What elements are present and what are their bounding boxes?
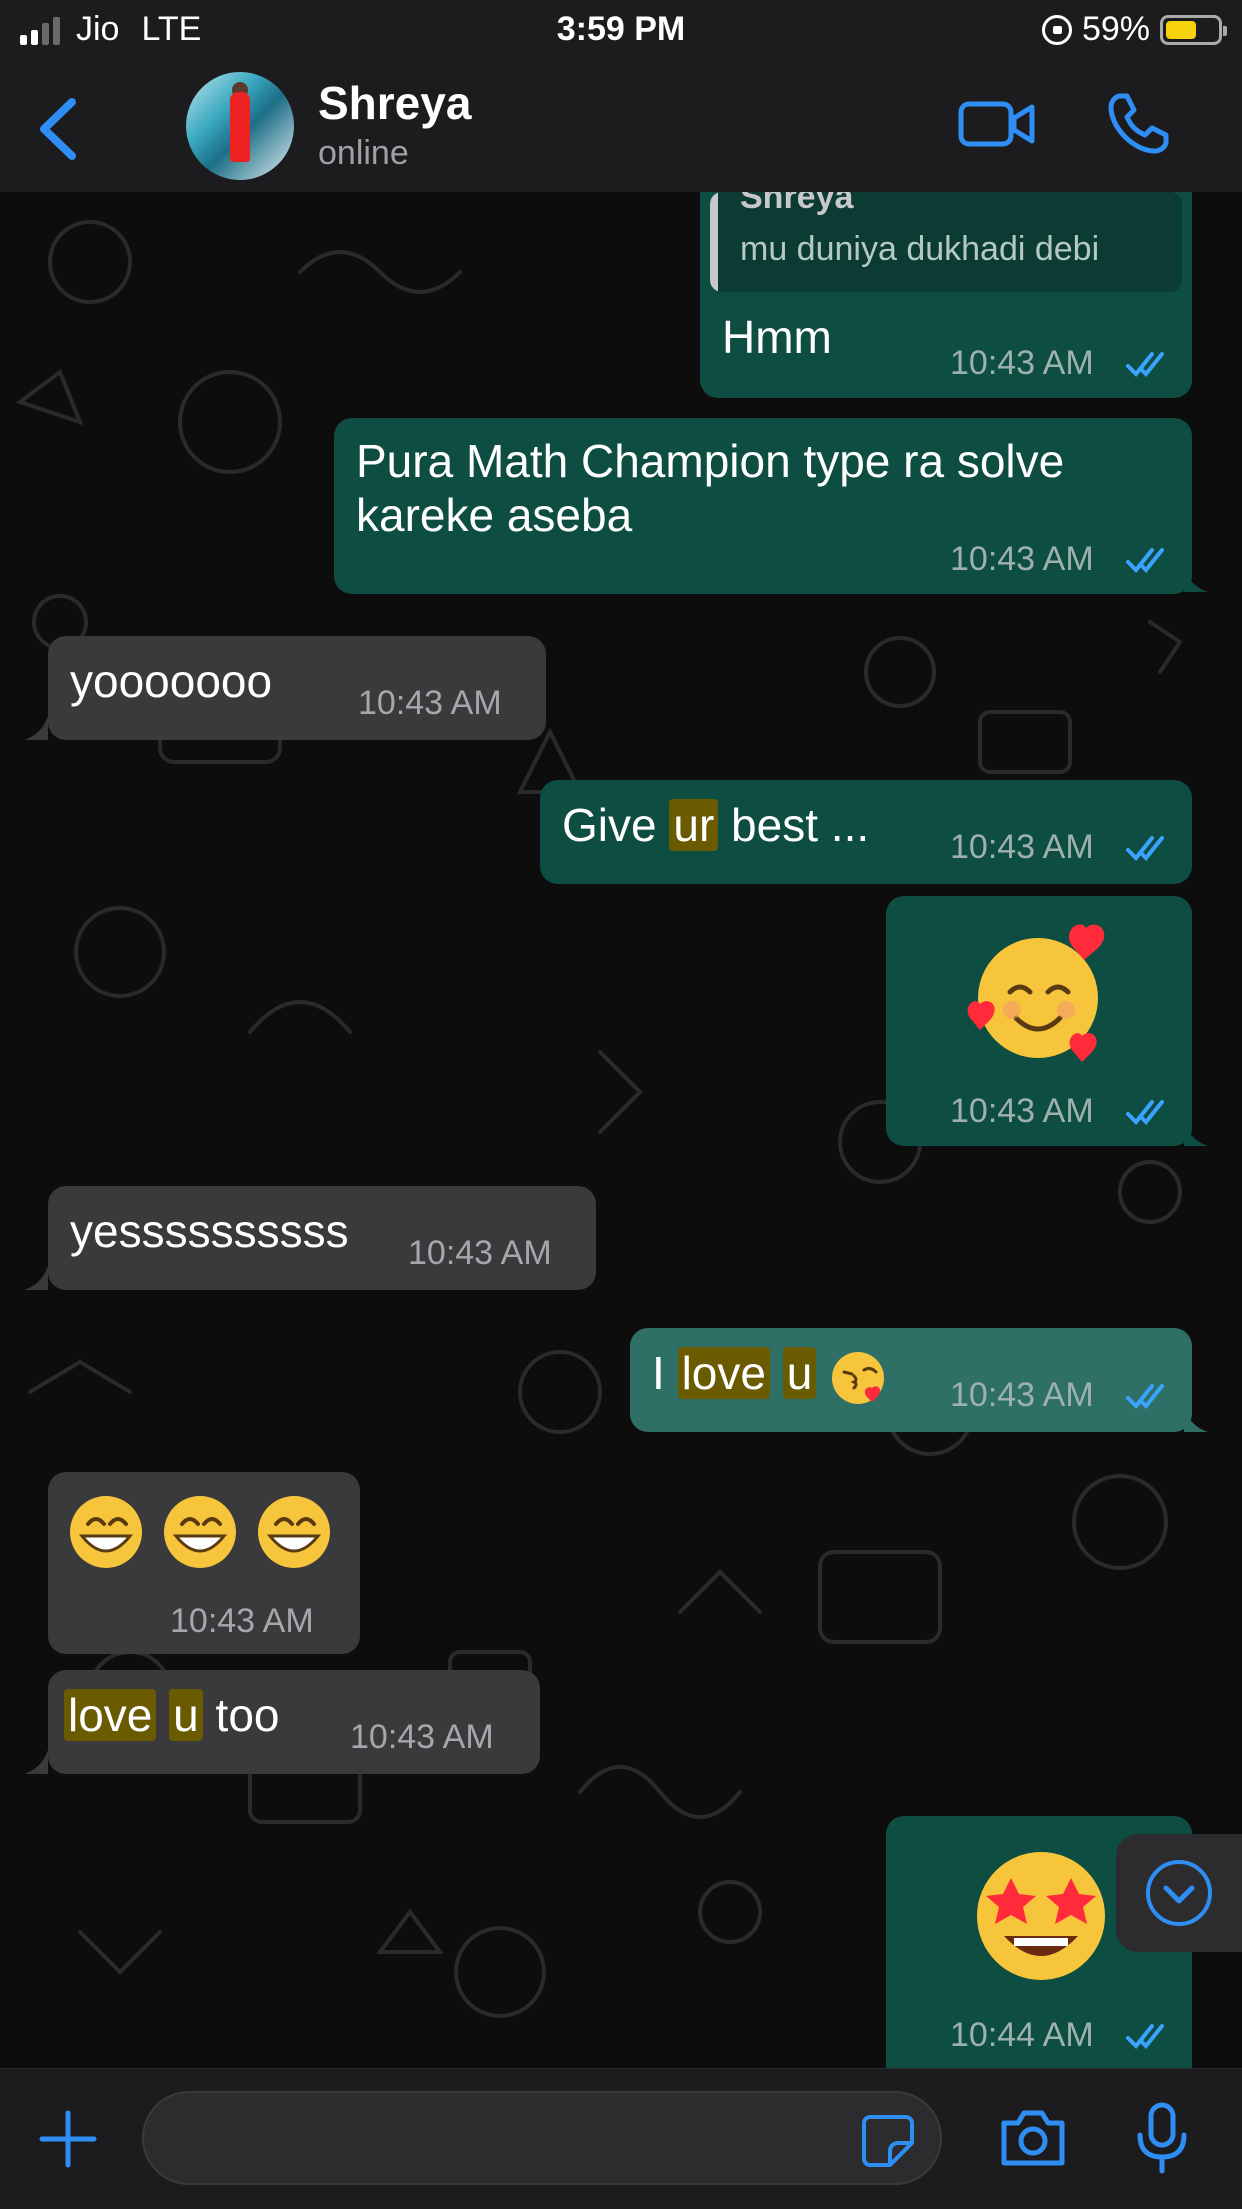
status-right: 59% [1041, 10, 1227, 49]
microphone-icon[interactable] [1134, 2101, 1190, 2175]
grinning-face-icon [70, 1494, 332, 1570]
search-highlight: love [64, 1689, 157, 1741]
back-chevron-icon[interactable] [30, 94, 90, 164]
message-bubble-outgoing[interactable]: Pura Math Champion type ra solve kareke … [334, 418, 1208, 594]
message-bubble-incoming[interactable]: yessssssssss 10:43 AM [24, 1186, 596, 1290]
chat-header: Shreya online [0, 64, 1242, 193]
message-time: 10:44 AM [950, 2016, 1094, 2054]
message-text: Give ur best ... [562, 798, 869, 852]
text-part: too [202, 1689, 280, 1741]
chevron-down-circle-icon [1146, 1860, 1212, 1926]
message-bubble-incoming[interactable]: love u too 10:43 AM [24, 1670, 540, 1774]
message-bubble-outgoing-highlighted[interactable]: I love u 10:43 AM [630, 1328, 1208, 1432]
chat-area[interactable]: Shreya mu duniya dukhadi debi Hmm 10:43 … [0, 192, 1242, 2068]
battery-percent: 59% [1081, 10, 1150, 48]
text-part: I [652, 1347, 678, 1399]
message-bubble-outgoing[interactable]: Shreya mu duniya dukhadi debi Hmm 10:43 … [700, 192, 1192, 398]
scroll-to-bottom-button[interactable] [1116, 1834, 1242, 1952]
bubble-tail [1184, 1122, 1208, 1146]
message-time: 10:43 AM [950, 540, 1094, 578]
search-highlight: u [169, 1689, 203, 1741]
status-bar: Jio LTE 3:59 PM 59% [0, 0, 1242, 64]
message-time: 10:43 AM [408, 1234, 552, 1272]
message-time: 10:43 AM [170, 1602, 314, 1640]
avatar[interactable] [186, 72, 294, 180]
text-part [770, 1347, 783, 1399]
quoted-reply[interactable]: Shreya mu duniya dukhadi debi [710, 192, 1182, 292]
reply-bar [710, 192, 718, 292]
star-struck-icon [977, 1852, 1105, 1980]
message-text: Hmm [722, 311, 832, 363]
text-part: best ... [718, 799, 870, 851]
composer-bar [0, 2068, 1242, 2209]
message-text: yessssssssss [70, 1205, 349, 1257]
avatar-figure [230, 92, 250, 162]
message-time: 10:43 AM [950, 1092, 1094, 1130]
text-part [156, 1689, 169, 1741]
message-bubble-incoming[interactable]: yooooooo 10:43 AM [24, 636, 546, 740]
camera-icon[interactable] [998, 2107, 1068, 2169]
contact-status: online [318, 134, 409, 172]
video-call-icon[interactable] [958, 94, 1036, 154]
message-bubble-outgoing[interactable]: 10:43 AM [886, 896, 1208, 1146]
plus-icon[interactable] [36, 2107, 100, 2171]
bubble-tail [24, 716, 48, 740]
message-text: yooooooo [70, 655, 273, 707]
rotation-lock-icon [1041, 14, 1072, 45]
text-part: Give [562, 799, 670, 851]
message-time: 10:43 AM [350, 1718, 494, 1756]
message-text: love u too [64, 1688, 280, 1742]
search-highlight: ur [669, 799, 719, 851]
read-receipt-icon [1126, 836, 1164, 861]
search-highlight: u [782, 1347, 817, 1399]
message-line: Pura Math Champion type ra solve [356, 435, 1065, 487]
read-receipt-icon [1126, 1100, 1164, 1125]
read-receipt-icon [1126, 2024, 1164, 2049]
message-time: 10:43 AM [950, 344, 1094, 382]
bubble-tail [1184, 568, 1208, 592]
read-receipt-icon [1126, 1384, 1164, 1409]
message-time: 10:43 AM [950, 1376, 1094, 1414]
search-highlight: love [677, 1347, 770, 1399]
bubble-tail [24, 1266, 48, 1290]
battery-icon [1160, 14, 1227, 45]
bubble-tail [24, 1750, 48, 1774]
sticker-icon[interactable] [860, 2113, 916, 2169]
message-time: 10:43 AM [358, 684, 502, 722]
message-bubble-incoming[interactable]: 10:43 AM [48, 1472, 360, 1654]
read-receipt-icon [1126, 352, 1164, 377]
phone-call-icon[interactable] [1106, 90, 1172, 156]
battery-level [1166, 20, 1196, 39]
smiling-face-with-hearts-icon [967, 924, 1105, 1062]
reply-text: mu duniya dukhadi debi [740, 230, 1100, 268]
message-text: I love u [652, 1346, 817, 1400]
message-time: 10:43 AM [950, 828, 1094, 866]
message-line: kareke aseba [356, 489, 633, 541]
bubble-tail [1184, 1408, 1208, 1432]
face-blowing-kiss-icon [832, 1352, 884, 1404]
contact-name[interactable]: Shreya [318, 76, 471, 130]
message-input[interactable] [142, 2091, 942, 2185]
reply-author: Shreya [740, 192, 854, 216]
read-receipt-icon [1126, 548, 1164, 573]
message-bubble-outgoing[interactable]: Give ur best ... 10:43 AM [540, 780, 1192, 884]
